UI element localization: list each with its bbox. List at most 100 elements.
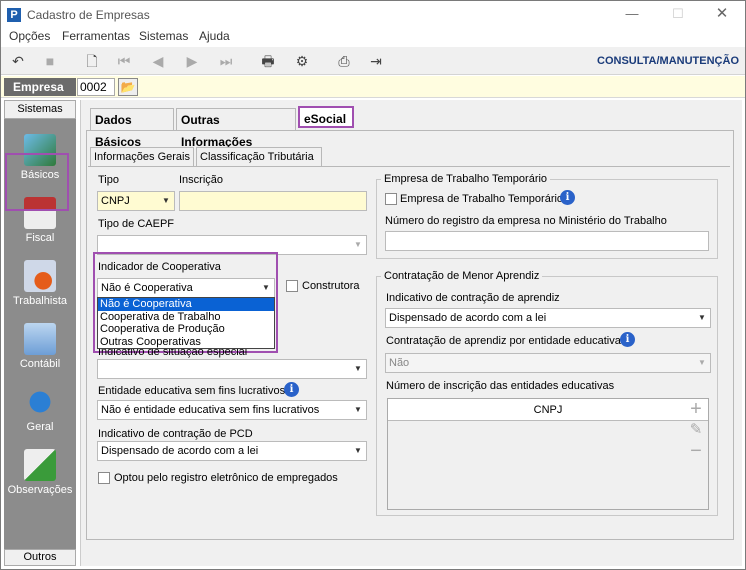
construtora-checkbox[interactable] bbox=[286, 280, 298, 292]
info-icon[interactable]: i bbox=[620, 332, 635, 347]
aprendiz-indicativo-value: Dispensado de acordo com a lei bbox=[389, 312, 547, 324]
chevron-down-icon[interactable]: ▼ bbox=[695, 355, 709, 371]
chevron-down-icon[interactable]: ▼ bbox=[351, 237, 365, 253]
registro-label: Número do registro da empresa no Ministé… bbox=[385, 215, 667, 227]
trabalho-temporario-title: Empresa de Trabalho Temporário bbox=[381, 173, 551, 185]
tipo-select[interactable]: CNPJ ▼ bbox=[97, 191, 175, 211]
sidebar-item-geral[interactable]: Geral bbox=[4, 386, 76, 433]
chevron-down-icon[interactable]: ▼ bbox=[351, 361, 365, 377]
attach-icon[interactable]: ⚙ bbox=[291, 51, 313, 71]
cooperativa-label: Indicador de Cooperativa bbox=[98, 261, 221, 273]
situacao-select[interactable]: ▼ bbox=[97, 359, 367, 379]
info-icon[interactable]: i bbox=[284, 382, 299, 397]
aprendiz-inscricao-label: Número de inscrição das entidades educat… bbox=[386, 380, 615, 392]
cooperativa-dropdown-list: Não é Cooperativa Cooperativa de Trabalh… bbox=[97, 297, 275, 349]
edit-icon[interactable]: ✎ bbox=[686, 420, 706, 438]
mode-label: CONSULTA/MANUTENÇÃO bbox=[597, 55, 739, 67]
entidade-value: Não é entidade educativa sem fins lucrat… bbox=[101, 404, 320, 416]
menu-sistemas[interactable]: Sistemas bbox=[139, 29, 188, 43]
add-icon[interactable]: + bbox=[686, 398, 706, 421]
tipo-value: CNPJ bbox=[101, 195, 130, 207]
undo-icon[interactable]: ↶ bbox=[7, 51, 29, 71]
aprendiz-entidade-select[interactable]: Não ▼ bbox=[385, 353, 711, 373]
optou-checkbox[interactable] bbox=[98, 472, 110, 484]
trabalhista-icon bbox=[24, 260, 56, 292]
cooperativa-value: Não é Cooperativa bbox=[101, 282, 193, 294]
dropdown-option[interactable]: Cooperativa de Trabalho bbox=[98, 311, 274, 324]
trabalho-temporario-check-label: Empresa de Trabalho Temporário bbox=[400, 193, 564, 205]
tab-dados-basicos[interactable]: Dados Básicos bbox=[90, 108, 174, 149]
calculator-icon bbox=[24, 323, 56, 355]
trabalho-temporario-checkbox[interactable] bbox=[385, 193, 397, 205]
registro-input[interactable] bbox=[385, 231, 709, 251]
menu-opcoes[interactable]: Opções bbox=[9, 29, 50, 43]
caepf-label: Tipo de CAEPF bbox=[98, 218, 175, 230]
tab-outras-informacoes[interactable]: Outras Informações bbox=[176, 108, 296, 149]
sidebar-item-label: Trabalhista bbox=[12, 295, 67, 307]
empresa-bar: Empresa 0002 📂 bbox=[1, 76, 745, 98]
inscricao-input[interactable] bbox=[179, 191, 367, 211]
tab-informacoes-gerais[interactable]: Informações Gerais bbox=[90, 147, 194, 167]
sidebar-item-trabalhista[interactable]: Trabalhista bbox=[4, 260, 76, 307]
chevron-down-icon[interactable]: ▼ bbox=[159, 193, 173, 209]
pcd-select[interactable]: Dispensado de acordo com a lei ▼ bbox=[97, 441, 367, 461]
close-icon[interactable]: ✕ bbox=[711, 5, 733, 23]
dropdown-option[interactable]: Não é Cooperativa bbox=[98, 298, 274, 311]
menor-aprendiz-title: Contratação de Menor Aprendiz bbox=[381, 270, 543, 282]
report-icon[interactable]: ⎙ bbox=[333, 51, 355, 71]
previous-record-icon[interactable]: ◀ bbox=[147, 51, 169, 71]
notepad-icon bbox=[24, 449, 56, 481]
entidade-select[interactable]: Não é entidade educativa sem fins lucrat… bbox=[97, 400, 367, 420]
sidebar-item-contabil[interactable]: Contábil bbox=[4, 323, 76, 370]
sidebar-item-label: Fiscal bbox=[25, 232, 55, 244]
aprendiz-entidade-label: Contratação de aprendiz por entidade edu… bbox=[386, 335, 621, 347]
pcd-value: Dispensado de acordo com a lei bbox=[101, 445, 259, 457]
first-record-icon[interactable]: ⏮ bbox=[113, 51, 135, 71]
aprendiz-entidade-value: Não bbox=[389, 357, 410, 369]
tab-classificacao-tributaria[interactable]: Classificação Tributária bbox=[196, 147, 322, 166]
pcd-label: Indicativo de contração de PCD bbox=[98, 428, 253, 440]
empresa-code-input[interactable]: 0002 bbox=[77, 78, 115, 96]
preview-icon[interactable]: 🗋 bbox=[81, 51, 103, 71]
remove-icon[interactable]: − bbox=[686, 440, 706, 463]
print-icon[interactable]: 🖶 bbox=[257, 51, 279, 71]
next-record-icon[interactable]: ▶ bbox=[181, 51, 203, 71]
optou-label: Optou pelo registro eletrônico de empreg… bbox=[114, 472, 338, 484]
menu-ajuda[interactable]: Ajuda bbox=[199, 29, 230, 43]
sidebar-item-label: Observações bbox=[7, 484, 73, 496]
chevron-down-icon[interactable]: ▼ bbox=[351, 443, 365, 459]
chevron-down-icon[interactable]: ▼ bbox=[351, 402, 365, 418]
construtora-label: Construtora bbox=[302, 280, 360, 292]
entidades-grid[interactable]: CNPJ bbox=[387, 398, 709, 510]
sidebar-item-observacoes[interactable]: Observações bbox=[4, 449, 76, 496]
sidebar-footer[interactable]: Outros bbox=[4, 549, 76, 566]
sidebar-header[interactable]: Sistemas bbox=[4, 100, 76, 119]
title-bar: P Cadastro de Empresas — ☐ ✕ bbox=[1, 1, 745, 27]
sidebar-item-label: Geral bbox=[26, 421, 54, 433]
exit-icon[interactable]: ⇥ bbox=[365, 51, 387, 71]
sidebar-selection-highlight bbox=[5, 153, 69, 211]
open-folder-icon[interactable]: 📂 bbox=[118, 78, 138, 96]
maximize-icon[interactable]: ☐ bbox=[667, 5, 689, 23]
chevron-down-icon[interactable]: ▼ bbox=[259, 280, 273, 296]
menu-ferramentas[interactable]: Ferramentas bbox=[62, 29, 130, 43]
info-icon[interactable]: i bbox=[560, 190, 575, 205]
dropdown-option[interactable]: Cooperativa de Produção bbox=[98, 323, 274, 336]
info-globe-icon bbox=[24, 386, 56, 418]
dropdown-option[interactable]: Outras Cooperativas bbox=[98, 336, 274, 349]
app-logo-icon: P bbox=[7, 8, 21, 22]
aprendiz-indicativo-select[interactable]: Dispensado de acordo com a lei ▼ bbox=[385, 308, 711, 328]
stop-icon[interactable]: ■ bbox=[39, 51, 61, 71]
entidade-label: Entidade educativa sem fins lucrativos bbox=[98, 385, 286, 397]
menu-bar: Opções Ferramentas Sistemas Ajuda bbox=[1, 27, 745, 46]
empresa-label: Empresa bbox=[4, 78, 76, 96]
cooperativa-select[interactable]: Não é Cooperativa ▼ bbox=[97, 278, 275, 298]
grid-header-cnpj[interactable]: CNPJ bbox=[388, 399, 708, 421]
chevron-down-icon[interactable]: ▼ bbox=[695, 310, 709, 326]
last-record-icon[interactable]: ⏭ bbox=[215, 51, 237, 71]
minimize-icon[interactable]: — bbox=[621, 5, 643, 23]
aprendiz-indicativo-label: Indicativo de contração de aprendiz bbox=[386, 292, 560, 304]
tipo-label: Tipo bbox=[98, 174, 119, 186]
window-title: Cadastro de Empresas bbox=[27, 8, 150, 22]
tab-esocial[interactable]: eSocial bbox=[298, 106, 354, 128]
